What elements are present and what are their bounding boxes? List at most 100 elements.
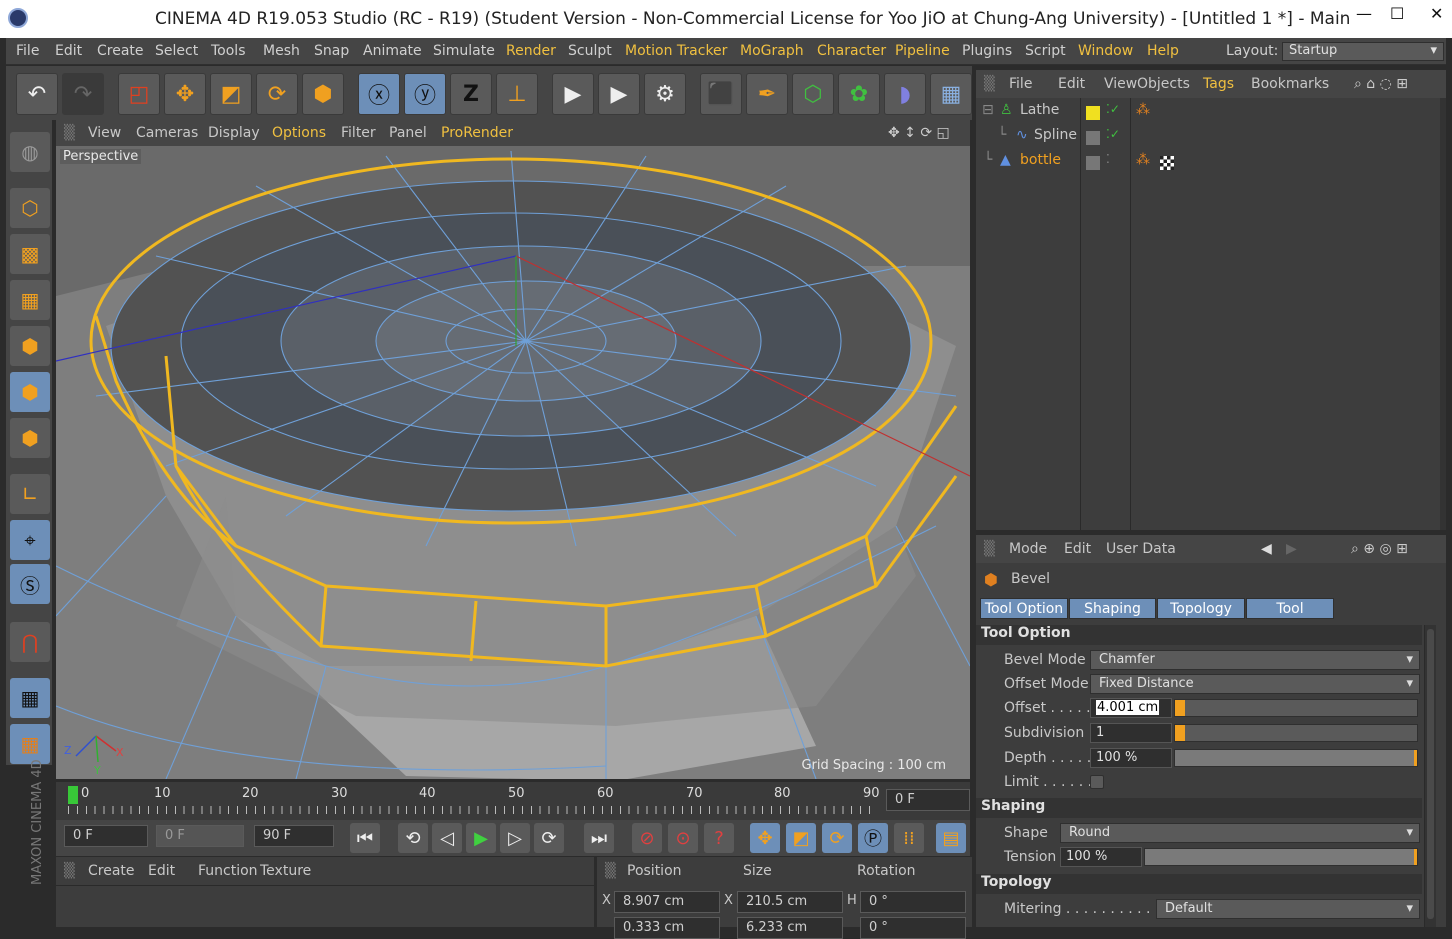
subdivision-slider[interactable] (1174, 724, 1418, 742)
rotation-p-field[interactable]: 0 ° (860, 917, 966, 939)
viewport-nav-icons[interactable]: ✥ ↕ ⟳ ◱ (888, 125, 950, 141)
tree-toggle-icon[interactable]: ⊟ (982, 102, 994, 118)
min-frame-field[interactable]: 0 F (156, 825, 244, 847)
timeline-ruler[interactable]: 0 10 20 30 40 50 60 70 80 90 0 F (56, 782, 970, 820)
tag-icon[interactable]: ⁂ (1136, 152, 1150, 168)
size-x-field[interactable]: 210.5 cm (737, 891, 843, 913)
offset-slider[interactable] (1174, 699, 1418, 717)
viewport-menu-display[interactable]: Display (208, 125, 260, 141)
offset-input[interactable]: 4.001 cm (1090, 698, 1172, 718)
material-menu-create[interactable]: Create (88, 863, 135, 879)
menu-sculpt[interactable]: Sculpt (568, 43, 612, 59)
planar-workplane-button[interactable]: ▦ (10, 724, 50, 764)
key-rotation-button[interactable]: ⟳ (822, 823, 852, 853)
tension-slider[interactable] (1144, 848, 1418, 866)
object-menu-objects[interactable]: Objects (1137, 76, 1190, 92)
rotation-h-field[interactable]: 0 ° (860, 891, 966, 913)
viewport-menu-prorender[interactable]: ProRender (441, 125, 513, 141)
deformer-button[interactable]: ◗ (884, 73, 926, 115)
menu-create[interactable]: Create (97, 43, 144, 59)
tweak-mode-button[interactable]: ⌖ (10, 520, 50, 560)
object-menu-bookmarks[interactable]: Bookmarks (1251, 76, 1329, 92)
section-shaping[interactable]: Shaping (976, 798, 1422, 818)
go-to-start-button[interactable]: ⏮ (350, 823, 380, 853)
viewport-menu-view[interactable]: View (88, 125, 121, 141)
scale-button[interactable]: ◩ (210, 73, 252, 115)
minimize-button[interactable]: — (1356, 4, 1372, 23)
viewport-menu-cameras[interactable]: Cameras (136, 125, 198, 141)
model-mode-button[interactable]: ⬡ (10, 188, 50, 228)
menu-select[interactable]: Select (155, 43, 198, 59)
back-arrow-icon[interactable]: ◀ (1261, 541, 1272, 557)
object-menu-view[interactable]: View (1104, 76, 1137, 92)
tag-icon[interactable]: ⁂ (1136, 102, 1150, 118)
object-row-lathe[interactable]: ⊟ ♙ Lathe ⁚✓ ⁂ (976, 102, 1446, 126)
redo-button[interactable]: ↷ (62, 73, 104, 115)
forward-arrow-icon[interactable]: ▶ (1286, 541, 1297, 557)
viewport-menu-filter[interactable]: Filter (341, 125, 376, 141)
go-to-end-button[interactable]: ⏭ (584, 823, 614, 853)
render-picture-viewer-button[interactable]: ▶ (598, 73, 640, 115)
material-menu-function[interactable]: Function (198, 863, 258, 879)
maximize-button[interactable]: ☐ (1390, 4, 1404, 23)
x-axis-lock-button[interactable]: ⓧ (358, 73, 400, 115)
layer-swatch[interactable] (1086, 131, 1100, 145)
cube-primitive-button[interactable]: ⬛ (700, 73, 742, 115)
undo-button[interactable]: ↶ (16, 73, 58, 115)
cloner-button[interactable]: ✿ (838, 73, 880, 115)
z-axis-lock-button[interactable]: Z (450, 73, 492, 115)
object-menu-tags[interactable]: Tags (1203, 76, 1234, 92)
attr-menu-mode[interactable]: Mode (1009, 541, 1047, 557)
attr-menu-user-data[interactable]: User Data (1106, 541, 1176, 557)
material-checker-icon[interactable] (1160, 156, 1174, 170)
points-mode-button[interactable]: ⬢ (10, 326, 50, 366)
next-key-button[interactable]: ⟳ (534, 823, 564, 853)
menu-plugins[interactable]: Plugins (962, 43, 1012, 59)
menu-character[interactable]: Character (817, 43, 886, 59)
section-topology[interactable]: Topology (976, 874, 1422, 894)
visibility-check-icon[interactable]: ⁚✓ (1106, 127, 1120, 141)
menu-render[interactable]: Render (506, 43, 556, 59)
make-editable-button[interactable]: ◍ (10, 132, 50, 172)
menu-snap[interactable]: Snap (314, 43, 349, 59)
close-button[interactable]: ✕ (1430, 4, 1443, 23)
material-menu-edit[interactable]: Edit (148, 863, 175, 879)
menu-edit[interactable]: Edit (55, 43, 82, 59)
menu-pipeline[interactable]: Pipeline (895, 43, 950, 59)
timeline-end-field[interactable]: 0 F (886, 789, 970, 811)
search-icon[interactable]: ⌕ ⊕ ◎ ⊞ (1351, 541, 1408, 557)
search-icon[interactable]: ⌕ ⌂ ◌ ⊞ (1354, 76, 1408, 92)
attribute-scrollbar[interactable] (1424, 625, 1436, 927)
lock-workplane-button[interactable]: ▦ (10, 678, 50, 718)
mitering-dropdown[interactable]: Default (1156, 899, 1420, 919)
layer-swatch[interactable] (1086, 156, 1100, 170)
timeline-window-button[interactable]: ▤ (936, 823, 966, 853)
move-button[interactable]: ✥ (164, 73, 206, 115)
depth-input[interactable]: 100 % (1090, 748, 1172, 768)
next-frame-button[interactable]: ▷ (500, 823, 530, 853)
keyframe-selection-button[interactable]: ? (704, 823, 734, 853)
prev-frame-button[interactable]: ◁ (432, 823, 462, 853)
tension-input[interactable]: 100 % (1060, 847, 1142, 867)
subdivision-surface-button[interactable]: ⬡ (792, 73, 834, 115)
position-y-field[interactable]: 0.333 cm (614, 917, 720, 939)
shape-dropdown[interactable]: Round (1060, 823, 1420, 843)
menu-script[interactable]: Script (1025, 43, 1066, 59)
key-position-button[interactable]: ✥ (750, 823, 780, 853)
max-frame-field[interactable]: 90 F (254, 825, 334, 847)
pen-spline-button[interactable]: ✒ (746, 73, 788, 115)
record-button[interactable]: ⊘ (632, 823, 662, 853)
limit-checkbox[interactable] (1090, 775, 1104, 789)
layer-color-swatch[interactable] (1086, 106, 1100, 120)
current-frame-field[interactable]: 0 F (64, 825, 148, 847)
bevel-mode-dropdown[interactable]: Chamfer (1090, 650, 1420, 670)
tab-shaping[interactable]: Shaping (1069, 598, 1156, 619)
recent-tool-button[interactable]: ⬢ (302, 73, 344, 115)
viewport-menu-panel[interactable]: Panel (389, 125, 427, 141)
size-y-field[interactable]: 6.233 cm (737, 917, 843, 939)
visibility-dots-icon[interactable]: ⁚ (1106, 152, 1110, 166)
viewport-menu-options[interactable]: Options (272, 125, 326, 141)
playhead[interactable] (68, 786, 78, 804)
autokey-button[interactable]: ⊙ (668, 823, 698, 853)
live-selection-button[interactable]: ◰ (118, 73, 160, 115)
